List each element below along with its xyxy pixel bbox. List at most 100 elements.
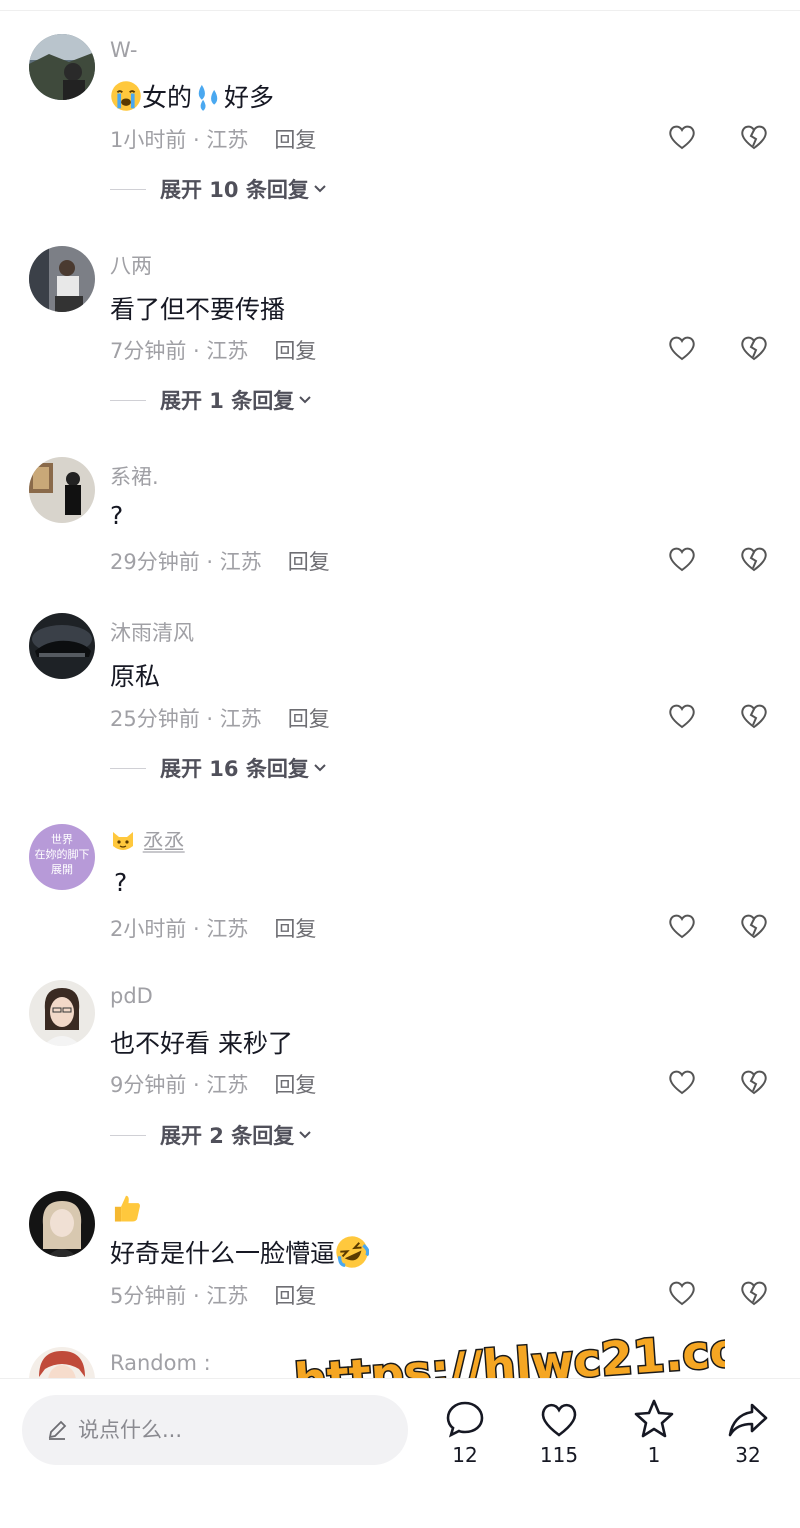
comment-meta: 9分钟前 · 江苏 回复 xyxy=(110,1069,316,1099)
comment-meta: 25分钟前 · 江苏 回复 xyxy=(110,703,330,733)
like-count: 115 xyxy=(539,1443,579,1467)
avatar[interactable] xyxy=(29,457,95,523)
comment-input[interactable] xyxy=(78,1418,378,1442)
rolling-laughing-emoji-icon xyxy=(336,1236,370,1268)
reply-button[interactable]: 回复 xyxy=(288,550,330,574)
expand-divider-line xyxy=(110,188,146,190)
heart-outline-icon[interactable] xyxy=(667,544,697,574)
crying-face-emoji-icon xyxy=(111,81,141,111)
share-button[interactable]: 32 xyxy=(713,1397,783,1467)
comment-text-part: 女的 xyxy=(142,83,193,112)
avatar[interactable] xyxy=(29,1191,95,1257)
heart-outline-icon[interactable] xyxy=(667,911,697,941)
comment-username[interactable]: 系裙. xyxy=(110,461,159,491)
broken-heart-icon[interactable] xyxy=(739,911,769,941)
reply-button[interactable]: 回复 xyxy=(274,1073,316,1097)
avatar[interactable] xyxy=(29,34,95,100)
heart-outline-icon[interactable] xyxy=(667,1278,697,1308)
heart-outline-icon[interactable] xyxy=(667,1067,697,1097)
comment-meta: 5分钟前 · 江苏 回复 xyxy=(110,1280,316,1310)
avatar-caption-line: 展開 xyxy=(51,863,73,876)
expand-replies-button[interactable]: 展开 2 条回复 xyxy=(110,1120,312,1150)
avatar-image-icon xyxy=(29,613,95,679)
comment-username[interactable]: pdD xyxy=(110,984,153,1008)
comment-text: 好奇是什么一脸懵逼 xyxy=(110,1234,370,1270)
reply-button[interactable]: 回复 xyxy=(274,128,316,152)
avatar-image-icon xyxy=(29,1191,95,1257)
share-count: 32 xyxy=(735,1443,761,1467)
broken-heart-icon[interactable] xyxy=(739,122,769,152)
comment-meta: 7分钟前 · 江苏 回复 xyxy=(110,335,316,365)
favorite-button[interactable]: 1 xyxy=(619,1397,689,1467)
chevron-down-icon xyxy=(299,396,311,404)
expand-replies-button[interactable]: 展开 1 条回复 xyxy=(110,385,312,415)
comment-count: 12 xyxy=(452,1443,478,1467)
reply-button[interactable]: 回复 xyxy=(274,339,316,363)
heart-outline-icon[interactable] xyxy=(667,333,697,363)
comment-username[interactable]: 沐雨清风 xyxy=(110,617,194,647)
cat-face-emoji-icon xyxy=(113,832,133,850)
comment-meta: 1小时前 · 江苏 回复 xyxy=(110,124,316,154)
expand-replies-button[interactable]: 展开 10 条回复 xyxy=(110,174,327,204)
chevron-down-icon xyxy=(314,764,326,772)
heart-outline-icon[interactable] xyxy=(667,122,697,152)
comment-time-location: 9分钟前 · 江苏 xyxy=(110,1073,249,1097)
comment-time-location: 7分钟前 · 江苏 xyxy=(110,339,249,363)
favorite-count: 1 xyxy=(647,1443,661,1467)
sweat-droplets-emoji-icon xyxy=(198,84,218,111)
expand-divider-line xyxy=(110,1134,146,1136)
comment-text: 看了但不要传播 xyxy=(110,295,286,324)
avatar[interactable] xyxy=(29,613,95,679)
comment-username[interactable] xyxy=(110,1192,142,1224)
star-icon xyxy=(634,1399,674,1438)
avatar[interactable] xyxy=(29,246,95,312)
comment-text: 也不好看 来秒了 xyxy=(110,1029,293,1058)
reply-button[interactable]: 回复 xyxy=(274,1284,316,1308)
heart-outline-icon xyxy=(541,1403,577,1437)
comment-username[interactable]: 八两 xyxy=(110,250,152,280)
avatar-image-icon xyxy=(29,457,95,523)
like-count-button[interactable]: 115 xyxy=(524,1397,594,1467)
comment-username[interactable]: 丞丞 xyxy=(110,826,185,856)
expand-replies-label: 展开 1 条回复 xyxy=(160,389,295,413)
comment-meta: 29分钟前 · 江苏 回复 xyxy=(110,546,330,576)
avatar[interactable]: 世界 在妳的脚下 展開 xyxy=(29,824,95,890)
comment-text-part: 好多 xyxy=(224,83,275,112)
expand-replies-label: 展开 2 条回复 xyxy=(160,1124,295,1148)
comment-meta: 2小时前 · 江苏 回复 xyxy=(110,913,316,943)
expand-divider-line xyxy=(110,399,146,401)
avatar[interactable] xyxy=(29,980,95,1046)
broken-heart-icon[interactable] xyxy=(739,1067,769,1097)
reply-button[interactable]: 回复 xyxy=(274,917,316,941)
expand-replies-label: 展开 16 条回复 xyxy=(160,757,309,781)
broken-heart-icon[interactable] xyxy=(739,333,769,363)
comment-username[interactable]: W- xyxy=(110,38,138,62)
avatar-caption-line: 世界 xyxy=(51,833,73,846)
expand-replies-label: 展开 10 条回复 xyxy=(160,178,309,202)
avatar-image-icon xyxy=(29,246,95,312)
comment-time-location: 25分钟前 · 江苏 xyxy=(110,707,262,731)
comment-text: 原私 xyxy=(110,662,161,691)
expand-replies-button[interactable]: 展开 16 条回复 xyxy=(110,753,327,783)
broken-heart-icon[interactable] xyxy=(739,701,769,731)
comment-input-box[interactable] xyxy=(22,1395,408,1465)
comment-time-location: 1小时前 · 江苏 xyxy=(110,128,249,152)
reply-button[interactable]: 回复 xyxy=(288,707,330,731)
thumbs-up-emoji-icon xyxy=(114,1195,140,1222)
top-divider xyxy=(0,10,800,11)
bottom-action-bar: 12 115 1 32 xyxy=(0,1378,800,1528)
heart-outline-icon[interactable] xyxy=(667,701,697,731)
comment-count-button[interactable]: 12 xyxy=(430,1397,500,1467)
expand-divider-line xyxy=(110,767,146,769)
chevron-down-icon xyxy=(299,1131,311,1139)
comment-username[interactable]: Random : xyxy=(110,1351,211,1375)
avatar-image-icon xyxy=(29,34,95,100)
chevron-down-icon xyxy=(314,185,326,193)
broken-heart-icon[interactable] xyxy=(739,1278,769,1308)
avatar-caption: 世界 在妳的脚下 展開 xyxy=(29,832,95,877)
comment-time-location: 29分钟前 · 江苏 xyxy=(110,550,262,574)
avatar-image-icon xyxy=(29,980,95,1046)
broken-heart-icon[interactable] xyxy=(739,544,769,574)
avatar-caption-line: 在妳的脚下 xyxy=(34,848,90,861)
comment-time-location: 5分钟前 · 江苏 xyxy=(110,1284,249,1308)
